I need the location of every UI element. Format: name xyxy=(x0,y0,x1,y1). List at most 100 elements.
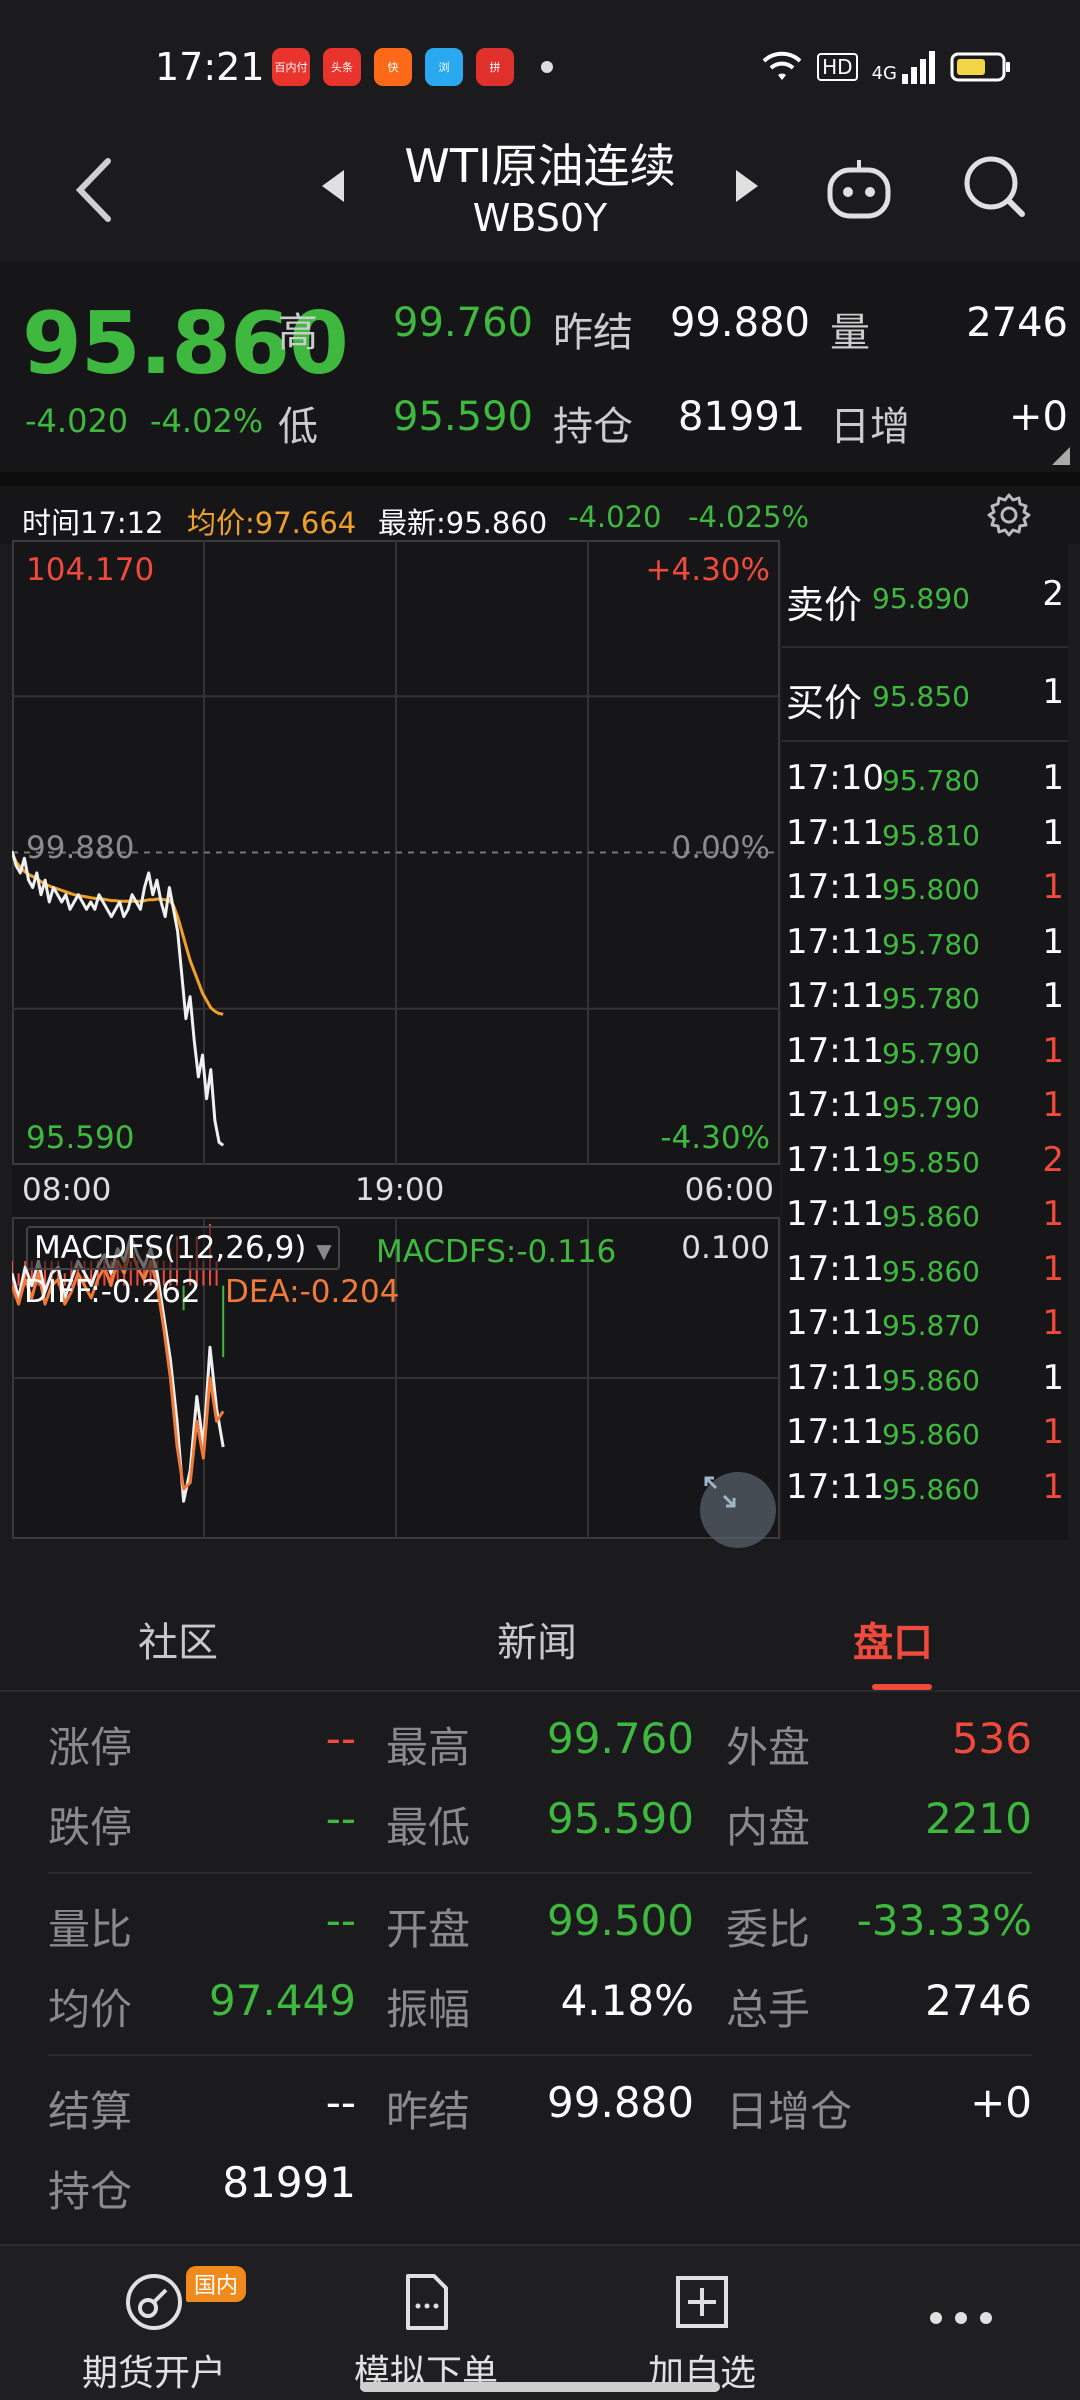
tick-time: 17:11 xyxy=(786,1194,884,1234)
expand-icon xyxy=(704,1476,736,1508)
info-avg: 均价:97.664 xyxy=(187,506,357,540)
search-icon[interactable] xyxy=(960,152,1030,222)
ask-row[interactable]: 卖价 95.890 2 xyxy=(782,558,1068,638)
tick-price: 95.800 xyxy=(882,873,980,906)
tick-time: 17:11 xyxy=(786,1085,884,1125)
open-interest-label: 持仓 xyxy=(553,404,633,450)
tick-volume: 1 xyxy=(1042,1357,1064,1398)
tick-volume: 1 xyxy=(1042,812,1064,853)
vol-ratio-value: -- xyxy=(325,1896,356,1945)
kuaishou-app-icon: 快 xyxy=(374,48,412,86)
nav-bar: WTI原油连续 WBS0Y xyxy=(0,130,1080,260)
open-label: 开盘 xyxy=(386,1905,471,1954)
settings-gear-icon[interactable] xyxy=(986,492,1032,538)
tick-time: 17:11 xyxy=(786,1139,884,1180)
wifi-icon xyxy=(762,51,802,80)
outer-label: 外盘 xyxy=(726,1723,811,1772)
tick-row: 17:11 95.860 1 xyxy=(782,1241,1068,1297)
contract-code: WBS0Y xyxy=(472,196,608,240)
tick-volume: 1 xyxy=(1042,1248,1064,1289)
price-change-pct: -4.02% xyxy=(150,402,264,440)
avg-price-value: 97.449 xyxy=(209,1976,356,2025)
pct-top-label: +4.30% xyxy=(645,552,770,588)
tick-row: 17:11 95.860 1 xyxy=(782,1459,1068,1515)
tick-price: 95.870 xyxy=(882,1309,980,1342)
inner-value: 2210 xyxy=(925,1794,1032,1843)
tab-community[interactable]: 社区 xyxy=(138,1610,218,1668)
limit-down-value: -- xyxy=(325,1794,356,1843)
tick-volume: 1 xyxy=(1042,1194,1064,1234)
oi-label: 持仓 xyxy=(48,2167,133,2216)
home-indicator[interactable] xyxy=(360,2382,720,2392)
tab-order-panel[interactable]: 盘口 xyxy=(853,1610,933,1668)
low-label-2: 最低 xyxy=(386,1803,471,1852)
tick-volume: 1 xyxy=(1042,758,1064,798)
low-label: 低 xyxy=(278,404,318,450)
next-contract-icon[interactable] xyxy=(732,166,762,206)
high-value-2: 99.760 xyxy=(547,1714,694,1763)
prev-settle-value: 99.880 xyxy=(547,2078,694,2127)
commit-ratio-label: 委比 xyxy=(726,1905,811,1954)
tick-row: 17:11 95.850 2 xyxy=(782,1132,1068,1188)
vol-ratio-label: 量比 xyxy=(48,1905,133,1954)
more-notifications-dot xyxy=(541,61,553,73)
document-icon xyxy=(406,2274,448,2330)
tick-volume: 2 xyxy=(1042,1139,1064,1180)
sim-order-button[interactable]: 模拟下单 xyxy=(346,2270,506,2396)
book-divider xyxy=(782,740,1068,742)
macd-indicator-selector[interactable]: MACDFS(12,26,9) ▼ xyxy=(26,1226,340,1270)
quote-header: 95.860 -4.020 -4.02% 高 99.760 低 95.590 昨… xyxy=(0,262,1080,472)
expand-corner-icon[interactable] xyxy=(1052,447,1070,465)
price-series-line xyxy=(12,850,225,1147)
tick-time: 17:11 xyxy=(786,867,884,907)
tick-row: 17:11 95.800 1 xyxy=(782,859,1068,915)
bid-row[interactable]: 买价 95.850 1 xyxy=(782,656,1068,736)
tick-price: 95.860 xyxy=(882,1472,980,1506)
chart-info-line: 时间17:12 均价:97.664 最新:95.860 -4.020 -4.02… xyxy=(0,486,1080,544)
info-change: -4.020 xyxy=(568,500,662,534)
settle-value: -- xyxy=(325,2078,356,2127)
tick-price: 95.810 xyxy=(882,818,980,852)
info-change-pct: -4.025% xyxy=(688,500,810,534)
daily-oi-label: 日增仓 xyxy=(726,2087,853,2136)
volume-label: 量 xyxy=(830,310,870,356)
open-value: 99.500 xyxy=(547,1896,694,1945)
y-top-label: 104.170 xyxy=(26,552,155,588)
macd-top-label: 0.100 xyxy=(681,1230,770,1266)
tick-row: 17:11 95.860 1 xyxy=(782,1404,1068,1460)
notification-icons: 百内付 头条快浏拼 xyxy=(272,48,553,86)
dea-value: DEA:-0.204 xyxy=(225,1274,400,1310)
tick-price: 95.790 xyxy=(882,1036,980,1070)
commit-ratio-value: -33.33% xyxy=(856,1896,1032,1945)
add-square-icon xyxy=(676,2276,728,2328)
tick-price: 95.780 xyxy=(882,982,980,1015)
tick-row: 17:11 95.860 1 xyxy=(782,1186,1068,1242)
tick-time: 17:11 xyxy=(786,812,884,853)
tab-bar: 社区 新闻 盘口 xyxy=(0,1572,1080,1692)
open-interest-value: 81991 xyxy=(678,394,806,440)
macdfs-value: MACDFS:-0.116 xyxy=(376,1234,617,1270)
daily-inc-label: 日增 xyxy=(830,404,910,450)
chart-canvas[interactable] xyxy=(12,540,780,1540)
macd-indicator-label: MACDFS(12,26,9) xyxy=(34,1230,307,1266)
ask-label: 卖价 xyxy=(786,583,863,627)
limit-up-value: -- xyxy=(325,1714,356,1763)
fullscreen-button[interactable] xyxy=(700,1472,776,1548)
tab-news[interactable]: 新闻 xyxy=(497,1610,577,1668)
tick-price: 95.850 xyxy=(882,1145,980,1179)
high-label-2: 最高 xyxy=(386,1723,471,1772)
y-mid-label: 99.880 xyxy=(26,830,135,866)
tick-price: 95.860 xyxy=(882,1363,980,1397)
prev-settle-label: 昨结 xyxy=(386,2087,471,2136)
outer-value: 536 xyxy=(951,1714,1032,1763)
stats-panel: 涨停 -- 跌停 -- 量比 -- 均价 97.449 结算 -- 持仓 819… xyxy=(0,1694,1080,2240)
daily-inc-value: +0 xyxy=(1009,394,1068,440)
tick-price: 95.790 xyxy=(882,1091,980,1124)
hd-icon: HD xyxy=(817,53,858,81)
x-tick-end: 06:00 xyxy=(684,1172,774,1208)
add-favorite-button[interactable]: 加自选 xyxy=(622,2270,782,2396)
intraday-chart[interactable]: 104.170 +4.30% 99.880 0.00% 95.590 -4.30… xyxy=(12,540,780,1548)
more-icon[interactable] xyxy=(926,2308,996,2328)
limit-down-label: 跌停 xyxy=(48,1803,133,1852)
robot-icon[interactable] xyxy=(824,154,894,224)
